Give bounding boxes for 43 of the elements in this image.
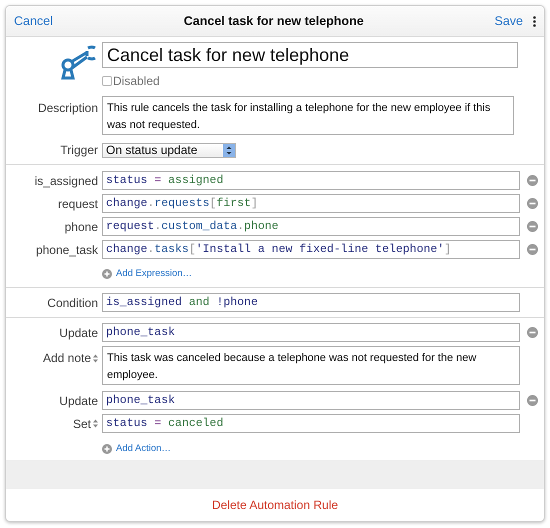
action-label: Update	[59, 392, 98, 410]
save-button[interactable]: Save	[494, 12, 523, 30]
description-field[interactable]: This rule cancels the task for installing a telephone for the new employee if this was not requested.	[102, 96, 514, 135]
description-label: Description	[38, 100, 98, 117]
cancel-button[interactable]: Cancel	[14, 12, 53, 30]
expression-name: is_assigned	[34, 172, 98, 190]
window-title: Cancel task for new telephone	[184, 12, 364, 30]
action-field[interactable]: phone_task	[102, 323, 520, 342]
remove-icon[interactable]	[526, 198, 538, 209]
action-label: Update	[59, 324, 98, 342]
remove-icon[interactable]	[526, 327, 538, 338]
remove-icon[interactable]	[526, 175, 538, 186]
remove-icon[interactable]	[526, 244, 538, 255]
expression-field[interactable]: status = assigned	[102, 171, 520, 190]
add-icon[interactable]	[102, 269, 112, 279]
condition-label: Condition	[47, 294, 98, 312]
remove-icon[interactable]	[526, 221, 538, 232]
expression-field[interactable]: change.requests[first]	[102, 194, 520, 213]
stepper-icon[interactable]	[93, 354, 98, 362]
more-icon[interactable]	[533, 16, 536, 26]
add-icon[interactable]	[102, 444, 112, 454]
remove-icon[interactable]	[526, 395, 538, 406]
condition-field[interactable]: is_assigned and !phone	[102, 293, 520, 312]
delete-button[interactable]: Delete Automation Rule	[212, 496, 338, 514]
add-action-link[interactable]: Add Action…	[116, 442, 171, 456]
action-field[interactable]: status = canceled	[102, 414, 520, 433]
note-field[interactable]: This task was canceled because a telephone was not requested for the new employee.	[102, 346, 520, 385]
add-expression-link[interactable]: Add Expression…	[116, 266, 192, 282]
action-label: Add note	[42, 350, 91, 367]
trigger-label: Trigger	[60, 142, 98, 159]
stepper-icon[interactable]	[93, 419, 98, 428]
expression-name: request	[58, 196, 98, 212]
expression-field[interactable]: request.custom_data.phone	[102, 217, 520, 236]
action-field[interactable]: phone_task	[102, 391, 520, 410]
trigger-select[interactable]: On status update	[102, 142, 236, 158]
rule-name-field[interactable]: Cancel task for new telephone	[102, 42, 518, 68]
disabled-label: Disabled	[113, 73, 160, 90]
robot-arm-icon	[60, 43, 98, 81]
expression-name: phone_task	[36, 242, 98, 258]
expression-field[interactable]: change.tasks['Install a new fixed-line telephone']	[102, 240, 520, 259]
dropdown-arrows-icon	[223, 144, 235, 156]
action-label: Set	[72, 416, 91, 432]
expression-name: phone	[64, 218, 98, 236]
